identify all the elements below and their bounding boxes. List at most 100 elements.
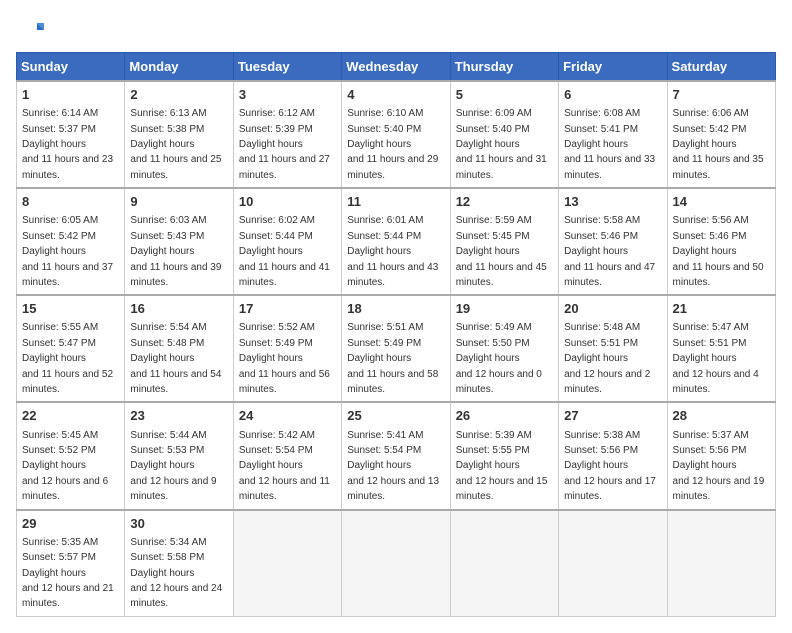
column-header-saturday: Saturday bbox=[667, 53, 775, 82]
day-info: Sunrise: 6:05 AMSunset: 5:42 PMDaylight … bbox=[22, 215, 113, 288]
day-info: Sunrise: 6:08 AMSunset: 5:41 PMDaylight … bbox=[564, 108, 655, 181]
calendar-week-3: 15 Sunrise: 5:55 AMSunset: 5:47 PMDaylig… bbox=[17, 295, 776, 402]
calendar-cell: 8 Sunrise: 6:05 AMSunset: 5:42 PMDayligh… bbox=[17, 188, 125, 295]
calendar-cell: 10 Sunrise: 6:02 AMSunset: 5:44 PMDaylig… bbox=[233, 188, 341, 295]
calendar-cell: 22 Sunrise: 5:45 AMSunset: 5:52 PMDaylig… bbox=[17, 402, 125, 509]
day-number: 1 bbox=[22, 86, 119, 104]
calendar-cell: 21 Sunrise: 5:47 AMSunset: 5:51 PMDaylig… bbox=[667, 295, 775, 402]
calendar-cell: 15 Sunrise: 5:55 AMSunset: 5:47 PMDaylig… bbox=[17, 295, 125, 402]
calendar-cell bbox=[667, 510, 775, 617]
calendar: SundayMondayTuesdayWednesdayThursdayFrid… bbox=[16, 52, 776, 617]
day-number: 17 bbox=[239, 300, 336, 318]
day-number: 4 bbox=[347, 86, 444, 104]
day-info: Sunrise: 5:52 AMSunset: 5:49 PMDaylight … bbox=[239, 322, 330, 395]
calendar-cell: 27 Sunrise: 5:38 AMSunset: 5:56 PMDaylig… bbox=[559, 402, 667, 509]
day-info: Sunrise: 5:58 AMSunset: 5:46 PMDaylight … bbox=[564, 215, 655, 288]
day-info: Sunrise: 6:10 AMSunset: 5:40 PMDaylight … bbox=[347, 108, 438, 181]
day-info: Sunrise: 6:01 AMSunset: 5:44 PMDaylight … bbox=[347, 215, 438, 288]
day-info: Sunrise: 6:03 AMSunset: 5:43 PMDaylight … bbox=[130, 215, 221, 288]
day-number: 3 bbox=[239, 86, 336, 104]
calendar-cell: 7 Sunrise: 6:06 AMSunset: 5:42 PMDayligh… bbox=[667, 81, 775, 188]
day-number: 19 bbox=[456, 300, 553, 318]
calendar-cell bbox=[233, 510, 341, 617]
day-info: Sunrise: 5:42 AMSunset: 5:54 PMDaylight … bbox=[239, 430, 330, 503]
day-info: Sunrise: 6:09 AMSunset: 5:40 PMDaylight … bbox=[456, 108, 547, 181]
day-number: 6 bbox=[564, 86, 661, 104]
logo-icon bbox=[16, 16, 44, 44]
calendar-week-4: 22 Sunrise: 5:45 AMSunset: 5:52 PMDaylig… bbox=[17, 402, 776, 509]
day-number: 12 bbox=[456, 193, 553, 211]
day-number: 23 bbox=[130, 407, 227, 425]
day-number: 24 bbox=[239, 407, 336, 425]
calendar-week-5: 29 Sunrise: 5:35 AMSunset: 5:57 PMDaylig… bbox=[17, 510, 776, 617]
calendar-cell: 30 Sunrise: 5:34 AMSunset: 5:58 PMDaylig… bbox=[125, 510, 233, 617]
day-number: 18 bbox=[347, 300, 444, 318]
calendar-cell: 3 Sunrise: 6:12 AMSunset: 5:39 PMDayligh… bbox=[233, 81, 341, 188]
day-info: Sunrise: 5:56 AMSunset: 5:46 PMDaylight … bbox=[673, 215, 764, 288]
day-info: Sunrise: 5:55 AMSunset: 5:47 PMDaylight … bbox=[22, 322, 113, 395]
day-info: Sunrise: 5:59 AMSunset: 5:45 PMDaylight … bbox=[456, 215, 547, 288]
calendar-cell: 9 Sunrise: 6:03 AMSunset: 5:43 PMDayligh… bbox=[125, 188, 233, 295]
calendar-cell: 2 Sunrise: 6:13 AMSunset: 5:38 PMDayligh… bbox=[125, 81, 233, 188]
day-number: 26 bbox=[456, 407, 553, 425]
column-header-sunday: Sunday bbox=[17, 53, 125, 82]
calendar-cell: 11 Sunrise: 6:01 AMSunset: 5:44 PMDaylig… bbox=[342, 188, 450, 295]
day-info: Sunrise: 6:14 AMSunset: 5:37 PMDaylight … bbox=[22, 108, 113, 181]
calendar-cell: 16 Sunrise: 5:54 AMSunset: 5:48 PMDaylig… bbox=[125, 295, 233, 402]
day-info: Sunrise: 5:44 AMSunset: 5:53 PMDaylight … bbox=[130, 430, 216, 503]
calendar-cell: 4 Sunrise: 6:10 AMSunset: 5:40 PMDayligh… bbox=[342, 81, 450, 188]
day-number: 7 bbox=[673, 86, 770, 104]
day-number: 28 bbox=[673, 407, 770, 425]
day-info: Sunrise: 5:49 AMSunset: 5:50 PMDaylight … bbox=[456, 322, 542, 395]
day-info: Sunrise: 5:51 AMSunset: 5:49 PMDaylight … bbox=[347, 322, 438, 395]
day-number: 27 bbox=[564, 407, 661, 425]
day-info: Sunrise: 5:34 AMSunset: 5:58 PMDaylight … bbox=[130, 537, 222, 610]
logo bbox=[16, 16, 48, 44]
column-header-monday: Monday bbox=[125, 53, 233, 82]
calendar-cell bbox=[342, 510, 450, 617]
calendar-cell: 26 Sunrise: 5:39 AMSunset: 5:55 PMDaylig… bbox=[450, 402, 558, 509]
calendar-cell: 14 Sunrise: 5:56 AMSunset: 5:46 PMDaylig… bbox=[667, 188, 775, 295]
day-number: 2 bbox=[130, 86, 227, 104]
calendar-cell bbox=[559, 510, 667, 617]
day-info: Sunrise: 6:02 AMSunset: 5:44 PMDaylight … bbox=[239, 215, 330, 288]
calendar-cell: 29 Sunrise: 5:35 AMSunset: 5:57 PMDaylig… bbox=[17, 510, 125, 617]
calendar-cell: 25 Sunrise: 5:41 AMSunset: 5:54 PMDaylig… bbox=[342, 402, 450, 509]
calendar-cell bbox=[450, 510, 558, 617]
day-number: 21 bbox=[673, 300, 770, 318]
day-number: 11 bbox=[347, 193, 444, 211]
day-number: 5 bbox=[456, 86, 553, 104]
calendar-cell: 23 Sunrise: 5:44 AMSunset: 5:53 PMDaylig… bbox=[125, 402, 233, 509]
calendar-cell: 18 Sunrise: 5:51 AMSunset: 5:49 PMDaylig… bbox=[342, 295, 450, 402]
calendar-cell: 6 Sunrise: 6:08 AMSunset: 5:41 PMDayligh… bbox=[559, 81, 667, 188]
header bbox=[16, 16, 776, 44]
calendar-cell: 13 Sunrise: 5:58 AMSunset: 5:46 PMDaylig… bbox=[559, 188, 667, 295]
calendar-header-row: SundayMondayTuesdayWednesdayThursdayFrid… bbox=[17, 53, 776, 82]
calendar-week-2: 8 Sunrise: 6:05 AMSunset: 5:42 PMDayligh… bbox=[17, 188, 776, 295]
day-number: 9 bbox=[130, 193, 227, 211]
day-number: 29 bbox=[22, 515, 119, 533]
day-info: Sunrise: 5:39 AMSunset: 5:55 PMDaylight … bbox=[456, 430, 548, 503]
calendar-cell: 17 Sunrise: 5:52 AMSunset: 5:49 PMDaylig… bbox=[233, 295, 341, 402]
day-info: Sunrise: 5:47 AMSunset: 5:51 PMDaylight … bbox=[673, 322, 759, 395]
column-header-friday: Friday bbox=[559, 53, 667, 82]
day-number: 15 bbox=[22, 300, 119, 318]
calendar-cell: 28 Sunrise: 5:37 AMSunset: 5:56 PMDaylig… bbox=[667, 402, 775, 509]
day-number: 14 bbox=[673, 193, 770, 211]
day-number: 13 bbox=[564, 193, 661, 211]
day-info: Sunrise: 5:37 AMSunset: 5:56 PMDaylight … bbox=[673, 430, 765, 503]
day-number: 30 bbox=[130, 515, 227, 533]
day-number: 25 bbox=[347, 407, 444, 425]
day-number: 16 bbox=[130, 300, 227, 318]
calendar-cell: 20 Sunrise: 5:48 AMSunset: 5:51 PMDaylig… bbox=[559, 295, 667, 402]
calendar-cell: 24 Sunrise: 5:42 AMSunset: 5:54 PMDaylig… bbox=[233, 402, 341, 509]
calendar-cell: 1 Sunrise: 6:14 AMSunset: 5:37 PMDayligh… bbox=[17, 81, 125, 188]
day-info: Sunrise: 5:41 AMSunset: 5:54 PMDaylight … bbox=[347, 430, 439, 503]
calendar-cell: 5 Sunrise: 6:09 AMSunset: 5:40 PMDayligh… bbox=[450, 81, 558, 188]
day-info: Sunrise: 5:54 AMSunset: 5:48 PMDaylight … bbox=[130, 322, 221, 395]
column-header-thursday: Thursday bbox=[450, 53, 558, 82]
column-header-wednesday: Wednesday bbox=[342, 53, 450, 82]
day-info: Sunrise: 5:48 AMSunset: 5:51 PMDaylight … bbox=[564, 322, 650, 395]
day-info: Sunrise: 5:35 AMSunset: 5:57 PMDaylight … bbox=[22, 537, 114, 610]
day-number: 22 bbox=[22, 407, 119, 425]
